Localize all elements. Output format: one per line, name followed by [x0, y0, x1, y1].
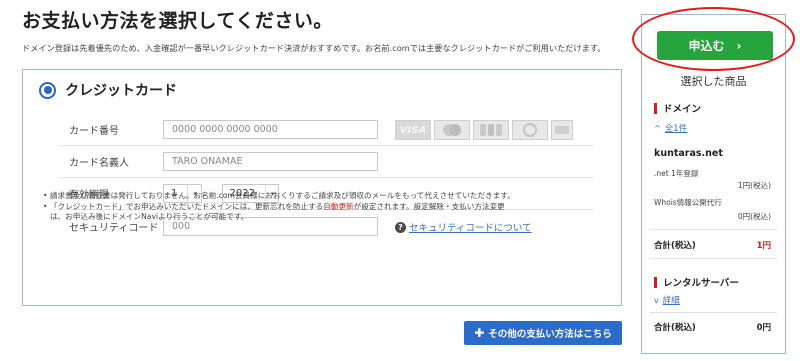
note-line-3: は、お申込み後にドメインNaviより行うことが可能です。 — [43, 212, 583, 223]
radio-selected-dot — [43, 86, 52, 94]
amex-logo — [551, 120, 573, 140]
note-line-2-pre: 「クレジットカード」でお申込みいただいたドメインには、更新忘れを防止する — [49, 201, 324, 211]
other-payment-label: その他の支払い方法はこちら — [488, 329, 612, 340]
payment-notes: • 請求書及び領収書は発行しておりません。お名前.com会員様におおくりするご請… — [43, 191, 583, 223]
divider — [650, 258, 777, 259]
server-heading-text: レンタルサーバー — [663, 278, 739, 289]
domain-total-value: 1円 — [756, 241, 771, 251]
domain-toggle-link[interactable]: 全1件 — [665, 122, 687, 134]
heading-bar — [654, 102, 657, 114]
credit-card-form: カード番号 0000 0000 0000 0000 VISA カード名義人 TA… — [59, 114, 594, 242]
server-total-label: 合計(税込) — [654, 323, 696, 333]
card-number-label: カード番号 — [69, 126, 119, 137]
card-number-input[interactable]: 0000 0000 0000 0000 — [163, 120, 378, 139]
auto-renew-text: 自動更新 — [323, 201, 354, 211]
domain-toggle[interactable]: ^ 全1件 — [654, 122, 687, 135]
whois-item-name: Whois情報公開代行 — [654, 198, 722, 207]
server-total-value: 0円 — [756, 323, 771, 333]
chevron-down-icon: v — [654, 295, 659, 305]
divider — [650, 229, 777, 230]
highlight-circle — [632, 7, 795, 71]
jcb-logo — [473, 120, 509, 140]
credit-card-panel: クレジットカード カード番号 0000 0000 0000 0000 VISA … — [22, 69, 622, 306]
page-title: お支払い方法を選択してください。 — [22, 10, 333, 32]
server-toggle[interactable]: v 詳細 — [654, 294, 680, 307]
note-line-1: • 請求書及び領収書は発行しておりません。お名前.com会員様におおくりするご請… — [43, 191, 515, 200]
credit-card-label: クレジットカード — [65, 83, 177, 99]
note-line-1-text: 請求書及び領収書は発行しておりません。お名前.com会員様におおくりするご請求及… — [49, 191, 515, 200]
domain-name: kuntaras.net — [654, 148, 723, 159]
question-icon: ? — [395, 221, 406, 233]
domain-total-label: 合計(税込) — [654, 241, 696, 251]
card-name-input[interactable]: TARO ONAMAE — [163, 152, 378, 171]
domain-item-name: .net 1年登録 — [654, 169, 699, 178]
note-line-3-text: は、お申込み後にドメインNaviより行うことが可能です。 — [50, 212, 249, 221]
visa-logo: VISA — [395, 120, 431, 140]
card-logos: VISA — [395, 120, 573, 140]
credit-card-radio[interactable] — [39, 81, 56, 99]
card-number-row: カード番号 0000 0000 0000 0000 VISA — [59, 114, 594, 146]
chevron-up-icon: ^ — [654, 123, 661, 133]
domain-heading: ドメイン — [654, 101, 701, 115]
domain-heading-text: ドメイン — [663, 104, 702, 115]
plus-icon: ✚ — [474, 326, 485, 340]
card-name-row: カード名義人 TARO ONAMAE — [59, 146, 594, 178]
server-toggle-link[interactable]: 詳細 — [663, 294, 680, 306]
whois-item-price: 0円(税込) — [737, 212, 771, 221]
other-payment-button[interactable]: ✚ その他の支払い方法はこちら — [464, 321, 622, 345]
divider — [650, 312, 777, 313]
server-heading: レンタルサーバー — [654, 275, 739, 289]
page-subtitle: ドメイン登録は先着優先のため、入金確認が一番早いクレジットカード決済がおすすめで… — [22, 43, 606, 53]
heading-bar — [654, 276, 657, 288]
selected-products-title: 選択した商品 — [680, 75, 747, 88]
card-name-label: カード名義人 — [69, 158, 129, 169]
domain-item-price: 1円(税込) — [737, 181, 771, 190]
credit-card-option[interactable]: クレジットカード — [39, 80, 177, 100]
mastercard-logo — [434, 120, 470, 140]
note-line-2-post: が設定されます。設定解除・支払い方法変更 — [353, 201, 505, 211]
diners-logo — [512, 120, 548, 140]
note-line-2: • 「クレジットカード」でお申込みいただいたドメインには、更新忘れを防止する自動… — [43, 201, 505, 211]
